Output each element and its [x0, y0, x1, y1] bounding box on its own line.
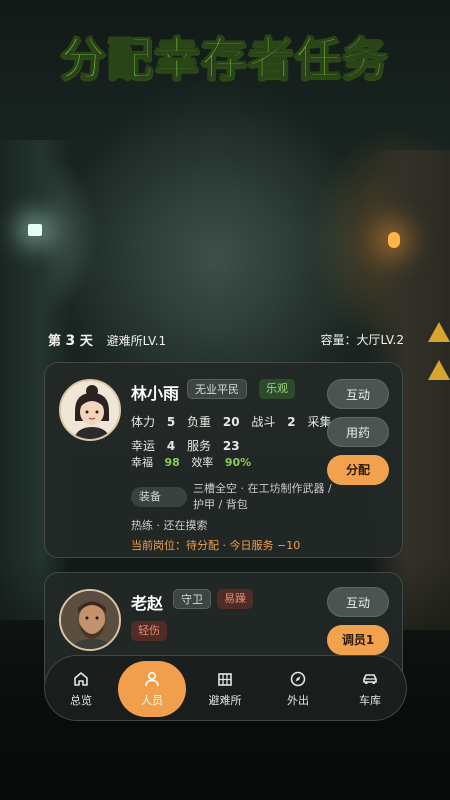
- compass-icon: [289, 670, 307, 688]
- nav-item-overview[interactable]: 总览: [47, 656, 115, 722]
- stats-row-1: 体力 5 负重 20 战斗 2 采集 4: [131, 415, 352, 429]
- home-icon: [72, 670, 90, 688]
- avatar[interactable]: [59, 379, 121, 441]
- equipment-info: 三槽全空 · 在工坊制作武器 / 护甲 / 背包: [193, 482, 332, 511]
- assignment-status: 当前岗位：待分配 · 今日服务 −10: [131, 539, 301, 552]
- skill-status: 热练 · 还在摸索: [131, 519, 208, 532]
- occupation-tag: 无业平民: [187, 379, 247, 399]
- stats-row-2: 幸运 4 服务 23: [131, 439, 240, 453]
- nav-item-garage[interactable]: 车库: [336, 656, 404, 722]
- page-title: 分配幸存者任务: [60, 31, 390, 86]
- person-icon: [143, 670, 161, 688]
- trait-tag: 易躁: [217, 589, 253, 609]
- interact-button[interactable]: 互动: [327, 587, 389, 617]
- nav-label: 总览: [70, 694, 92, 707]
- trait-tag: 乐观: [259, 379, 295, 399]
- medicine-button[interactable]: 用药: [327, 417, 389, 447]
- nav-item-shelter[interactable]: 避难所: [191, 656, 259, 722]
- car-icon: [361, 670, 379, 688]
- wall-lamp-left: [28, 224, 42, 236]
- injury-tag: 轻伤: [131, 621, 167, 641]
- warning-sign-icon: [428, 322, 450, 342]
- building-icon: [216, 670, 234, 688]
- occupation-tag: 守卫: [173, 589, 211, 609]
- assign-button[interactable]: 分配: [327, 455, 389, 485]
- status-bar: 第 3 天 避难所LV.1 容量：大厅LV.2: [48, 330, 404, 349]
- survivor-name: 林小雨: [131, 384, 180, 403]
- capacity-info: 容量：大厅LV.2: [320, 332, 404, 347]
- wall-lamp-right: [388, 232, 400, 248]
- nav-label: 车库: [359, 694, 381, 707]
- equipment-label: 装备: [131, 487, 187, 507]
- shelter-level: 避难所LV.1: [106, 333, 167, 348]
- day-counter: 第 3 天: [48, 332, 93, 349]
- interact-button[interactable]: 互动: [327, 379, 389, 409]
- bottom-nav: 总览 人员 避难所 外出 车库: [44, 655, 407, 721]
- nav-item-expedition[interactable]: 外出: [264, 656, 332, 722]
- survivor-name: 老赵: [131, 594, 164, 613]
- warning-sign-icon: [428, 360, 450, 380]
- transfer-button[interactable]: 调员1: [327, 625, 389, 655]
- mood-row: 幸福 98 效率 90%: [131, 456, 252, 469]
- nav-label: 外出: [287, 694, 309, 707]
- nav-label: 人员: [141, 694, 163, 707]
- nav-label: 避难所: [208, 694, 242, 707]
- nav-item-personnel[interactable]: 人员: [118, 661, 186, 717]
- avatar[interactable]: [59, 589, 121, 651]
- survivor-card: 林小雨 无业平民 乐观 体力 5 负重 20 战斗 2 采集 4 幸运 4 服务…: [44, 362, 403, 558]
